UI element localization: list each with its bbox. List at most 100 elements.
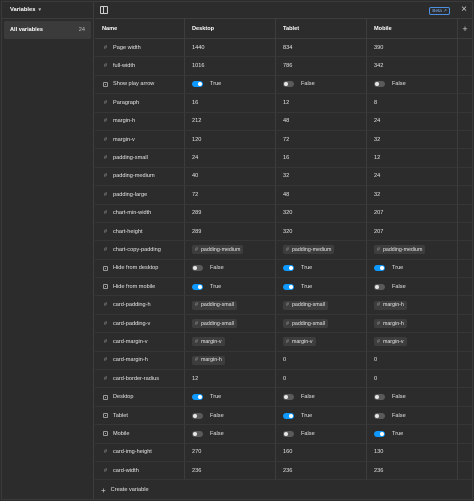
variable-value-cell[interactable]: # margin-v [185, 333, 276, 351]
variable-value-cell[interactable]: 24 [367, 167, 458, 186]
variable-value-cell[interactable]: True [276, 278, 367, 296]
variable-value-cell[interactable]: # padding-medium [367, 241, 458, 259]
variable-name-cell[interactable]: # card-padding-h [95, 296, 185, 314]
variable-name-cell[interactable]: Hide from desktop [95, 259, 185, 278]
variable-value-cell[interactable]: # margin-v [367, 333, 458, 351]
variable-name-cell[interactable]: Desktop [95, 388, 185, 406]
table-row[interactable]: # margin-v 120 72 32 [95, 130, 472, 150]
variable-value-cell[interactable]: True [185, 388, 276, 406]
table-row[interactable]: # card-padding-v # padding-small # padding-sm… [95, 314, 472, 334]
variable-value-cell[interactable]: 1440 [185, 39, 276, 57]
variable-value-cell[interactable]: 130 [367, 443, 458, 461]
table-row[interactable]: # chart-height 289 320 207 [95, 222, 472, 242]
alias-pill[interactable]: # margin-v [283, 337, 316, 347]
variable-name-cell[interactable]: Mobile [95, 425, 185, 443]
variable-value-cell[interactable]: 24 [367, 112, 458, 130]
variable-value-cell[interactable]: 12 [276, 94, 367, 112]
variable-value-cell[interactable]: 72 [276, 130, 367, 149]
variable-value-cell[interactable]: 32 [276, 167, 367, 186]
variable-value-cell[interactable]: False [367, 406, 458, 425]
variable-name-cell[interactable]: # full-width [95, 57, 185, 75]
table-row[interactable]: # Page width 1440 834 390 [95, 39, 472, 58]
variable-name-cell[interactable]: # card-margin-h [95, 351, 185, 370]
table-row[interactable]: # card-width 236 236 236 [95, 461, 472, 481]
variable-value-cell[interactable]: 207 [367, 204, 458, 222]
table-row[interactable]: # padding-medium 40 32 24 [95, 167, 472, 187]
table-row[interactable]: # card-margin-v # margin-v # margin-v # margin-… [95, 333, 472, 352]
boolean-toggle[interactable] [192, 81, 203, 88]
alias-pill[interactable]: # margin-v [374, 337, 407, 347]
boolean-toggle[interactable] [283, 283, 294, 290]
sidebar-toggle-icon[interactable] [100, 6, 108, 14]
variable-name-cell[interactable]: # Page width [95, 39, 185, 57]
table-row[interactable]: Show play arrow True False False [95, 75, 472, 95]
table-row[interactable]: Mobile False False True [95, 425, 472, 444]
table-row[interactable]: # padding-large 72 48 32 [95, 186, 472, 205]
variable-value-cell[interactable]: 16 [276, 149, 367, 167]
variable-name-cell[interactable]: # card-padding-v [95, 314, 185, 333]
variable-name-cell[interactable]: Tablet [95, 406, 185, 425]
variable-value-cell[interactable]: # margin-h [367, 296, 458, 314]
boolean-toggle[interactable] [283, 265, 294, 272]
boolean-toggle[interactable] [374, 283, 385, 290]
variable-value-cell[interactable]: 12 [367, 149, 458, 167]
table-row[interactable]: # card-img-height 270 160 130 [95, 443, 472, 462]
boolean-toggle[interactable] [192, 412, 203, 419]
boolean-toggle[interactable] [192, 394, 203, 401]
variable-value-cell[interactable]: 32 [367, 186, 458, 204]
variable-value-cell[interactable]: False [367, 388, 458, 406]
variable-value-cell[interactable]: 212 [185, 112, 276, 130]
alias-pill[interactable]: # margin-h [374, 300, 407, 310]
variable-value-cell[interactable]: 320 [276, 204, 367, 222]
alias-pill[interactable]: # padding-small [192, 300, 237, 310]
collection-dropdown[interactable]: Variables ▾ [2, 2, 93, 19]
variable-name-cell[interactable]: # chart-height [95, 222, 185, 241]
table-row[interactable]: # card-margin-h # margin-h 0 0 [95, 351, 472, 371]
variable-name-cell[interactable]: # margin-v [95, 130, 185, 149]
variable-value-cell[interactable]: # padding-small [185, 296, 276, 314]
alias-pill[interactable]: # padding-small [192, 319, 237, 329]
alias-pill[interactable]: # padding-medium [283, 245, 335, 255]
variable-value-cell[interactable]: # margin-v [276, 333, 367, 351]
table-row[interactable]: # Paragraph 16 12 8 [95, 94, 472, 113]
variable-value-cell[interactable]: True [276, 259, 367, 278]
boolean-toggle[interactable] [283, 430, 294, 437]
variable-value-cell[interactable]: # padding-small [185, 314, 276, 333]
sidebar-item-all-variables[interactable]: All variables 24 [4, 21, 91, 39]
variable-value-cell[interactable]: 236 [276, 461, 367, 480]
variable-value-cell[interactable]: 12 [185, 370, 276, 388]
variable-value-cell[interactable]: 390 [367, 39, 458, 57]
table-row[interactable]: Desktop True False False [95, 388, 472, 407]
alias-pill[interactable]: # padding-small [283, 300, 328, 310]
variable-name-cell[interactable]: # chart-copy-padding [95, 241, 185, 259]
variable-value-cell[interactable]: 0 [276, 351, 367, 370]
variable-name-cell[interactable]: # card-width [95, 461, 185, 480]
variable-value-cell[interactable]: # padding-medium [185, 241, 276, 259]
variable-value-cell[interactable]: True [367, 259, 458, 278]
variable-value-cell[interactable]: 48 [276, 186, 367, 204]
variable-value-cell[interactable]: 0 [367, 370, 458, 388]
variable-value-cell[interactable]: 24 [185, 149, 276, 167]
create-variable-button[interactable]: + Create variable [95, 480, 472, 500]
column-header-desktop[interactable]: Desktop [185, 19, 276, 38]
boolean-toggle[interactable] [374, 81, 385, 88]
alias-pill[interactable]: # padding-small [283, 319, 328, 329]
variable-value-cell[interactable]: 32 [367, 130, 458, 149]
variable-name-cell[interactable]: # margin-h [95, 112, 185, 130]
table-row[interactable]: # card-border-radius 12 0 0 [95, 370, 472, 389]
variable-value-cell[interactable]: True [276, 406, 367, 425]
variable-value-cell[interactable]: 289 [185, 204, 276, 222]
boolean-toggle[interactable] [192, 265, 203, 272]
boolean-toggle[interactable] [374, 265, 385, 272]
variable-name-cell[interactable]: Hide from mobile [95, 278, 185, 296]
variable-value-cell[interactable]: 8 [367, 94, 458, 112]
variable-value-cell[interactable]: 0 [276, 370, 367, 388]
boolean-toggle[interactable] [374, 412, 385, 419]
boolean-toggle[interactable] [192, 283, 203, 290]
variable-name-cell[interactable]: # padding-medium [95, 167, 185, 186]
variable-value-cell[interactable]: True [367, 425, 458, 443]
alias-pill[interactable]: # margin-h [374, 319, 407, 329]
variable-value-cell[interactable]: # padding-small [276, 314, 367, 333]
variable-value-cell[interactable]: 320 [276, 222, 367, 241]
variable-value-cell[interactable]: 834 [276, 39, 367, 57]
